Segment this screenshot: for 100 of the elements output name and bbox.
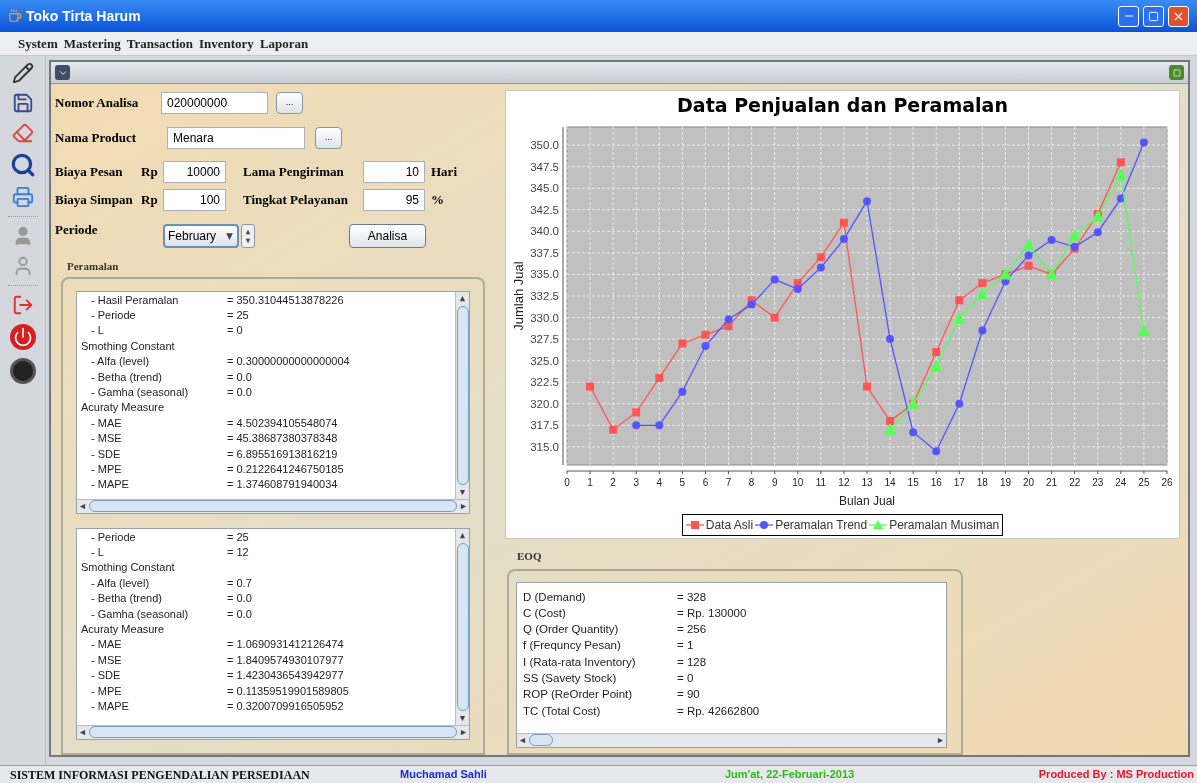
input-field[interactable]: 020000000 — [161, 92, 268, 114]
y-tick-label: 337.5 — [530, 246, 559, 259]
parameter-value: = 0.3200709916505952 — [227, 698, 344, 714]
data-point — [932, 447, 941, 456]
data-point — [701, 342, 710, 350]
printer-icon[interactable] — [11, 186, 34, 208]
legend-marker-icon — [869, 520, 888, 530]
parameter-value: = 25 — [227, 529, 249, 545]
data-point — [955, 296, 964, 305]
eoq-label: TC (Total Cost) — [523, 703, 602, 719]
eoq-label: Q (Order Quantity) — [523, 622, 620, 638]
scroll-down-icon[interactable] — [459, 488, 466, 496]
vertical-scrollbar[interactable] — [455, 528, 469, 725]
field-label: Periode — [55, 221, 99, 239]
legend-marker-icon — [755, 520, 774, 530]
scroll-left-icon[interactable] — [79, 728, 86, 736]
x-tick-label: 25 — [1138, 477, 1150, 488]
horizontal-scrollbar[interactable] — [517, 732, 946, 747]
scroll-right-icon[interactable] — [460, 502, 467, 510]
text-area[interactable] — [76, 527, 470, 740]
parameter-label: - MAE — [90, 637, 123, 653]
eoq-value: = 128 — [677, 654, 707, 670]
close-button[interactable] — [1168, 5, 1189, 27]
input-field[interactable]: 100 — [163, 189, 226, 211]
legend-label: Peramalan Trend — [775, 517, 868, 534]
scroll-left-icon[interactable] — [79, 502, 86, 510]
parameter-value: = 4.502394105548074 — [227, 415, 338, 431]
horizontal-scrollbar[interactable] — [77, 724, 469, 739]
status-app-name: SISTEM INFORMASI PENGENDALIAN PERSEDIAAN — [9, 766, 311, 783]
parameter-label: - Alfa (level) — [90, 354, 151, 370]
field-label: Lama Pengiriman — [243, 163, 345, 182]
spinner-up-icon[interactable] — [245, 228, 251, 235]
eoq-value: = 256 — [677, 622, 707, 638]
parameter-value: = 0.30000000000000004 — [227, 354, 350, 370]
currency-label: Rp — [141, 191, 159, 210]
browse-button[interactable]: ... — [315, 127, 342, 149]
browse-button[interactable]: ... — [276, 92, 303, 114]
x-tick-label: 2 — [610, 477, 616, 488]
scroll-thumb[interactable] — [529, 734, 553, 746]
input-field[interactable]: 10000 — [163, 161, 226, 183]
exit-icon[interactable] — [11, 294, 34, 316]
text-area[interactable] — [76, 290, 470, 514]
spinner-down-icon[interactable] — [245, 237, 251, 244]
frame-menu-button[interactable] — [55, 65, 70, 80]
x-tick-label: 19 — [999, 477, 1011, 488]
data-point — [747, 300, 756, 309]
parameter-value: = 25 — [227, 307, 249, 323]
data-point — [1137, 324, 1150, 337]
field-label: Biaya Simpan — [55, 191, 134, 210]
menu-item[interactable]: Inventory — [199, 33, 254, 54]
input-field[interactable]: 10 — [363, 161, 425, 183]
x-tick-label: 17 — [953, 477, 965, 488]
eraser-icon[interactable] — [11, 122, 34, 144]
x-tick-label: 22 — [1069, 477, 1081, 488]
pencil-icon[interactable] — [11, 62, 34, 84]
input-field[interactable]: Menara — [167, 127, 305, 149]
save-icon[interactable] — [11, 92, 34, 114]
scroll-right-icon[interactable] — [460, 728, 467, 736]
field-label: Nomor Analisa — [55, 94, 140, 113]
horizontal-scrollbar[interactable] — [77, 498, 469, 513]
camera-icon[interactable] — [9, 358, 36, 384]
parameter-label: - MAPE — [90, 477, 130, 493]
minimize-button[interactable] — [1118, 5, 1139, 27]
eoq-label: SS (Savety Stock) — [523, 671, 618, 686]
scroll-down-icon[interactable] — [459, 714, 466, 722]
scroll-up-icon[interactable] — [459, 294, 466, 302]
spinner-control[interactable] — [241, 224, 255, 248]
scroll-right-icon[interactable] — [937, 736, 944, 744]
parameter-label: - L — [90, 323, 105, 339]
text-area[interactable]: D (Demand) = 328 C (Cost) = Rp. 130000 Q (Order Quantity) = 256 f (Frequncy Pesan) = 1 I (Rata-rata Inventory) = 128 SS (Savety Stock) = 0 ROP (ReOrder Point) = 90 TC (Total Cost) = Rp. 42662800 — [516, 581, 947, 748]
status-date: Jum'at, 22-Februari-2013 — [725, 767, 855, 783]
y-tick-label: 347.5 — [530, 160, 559, 173]
month-dropdown[interactable]: February — [163, 224, 239, 248]
power-icon[interactable] — [9, 324, 36, 350]
menu-item[interactable]: System — [18, 33, 58, 54]
y-tick-label: 317.5 — [530, 419, 559, 432]
scroll-thumb[interactable] — [89, 726, 457, 738]
data-point — [816, 253, 825, 262]
input-field[interactable]: 95 — [363, 189, 425, 211]
scroll-thumb[interactable] — [89, 500, 457, 512]
menu-item[interactable]: Transaction — [126, 33, 193, 54]
scroll-up-icon[interactable] — [459, 531, 466, 539]
scroll-thumb[interactable] — [456, 542, 469, 711]
parameter-label: - SDE — [90, 668, 122, 684]
vertical-scrollbar[interactable] — [455, 291, 469, 499]
search-icon[interactable] — [9, 152, 36, 178]
status-author: Muchamad Sahli — [400, 767, 488, 783]
menu-item[interactable]: Mastering — [63, 33, 121, 54]
parameter-label: - Periode — [90, 529, 137, 545]
analisa-button[interactable]: Analisa — [349, 224, 426, 248]
dropdown-arrow-icon[interactable] — [225, 231, 234, 241]
menu-item[interactable]: Laporan — [259, 33, 309, 54]
scroll-thumb[interactable] — [456, 305, 469, 485]
scroll-left-icon[interactable] — [519, 736, 526, 744]
x-tick-label: 15 — [907, 477, 919, 488]
data-point — [932, 348, 941, 357]
data-point — [1024, 261, 1033, 270]
x-tick-label: 6 — [702, 477, 709, 488]
maximize-button[interactable] — [1143, 5, 1164, 27]
x-tick-label: 3 — [633, 477, 639, 488]
